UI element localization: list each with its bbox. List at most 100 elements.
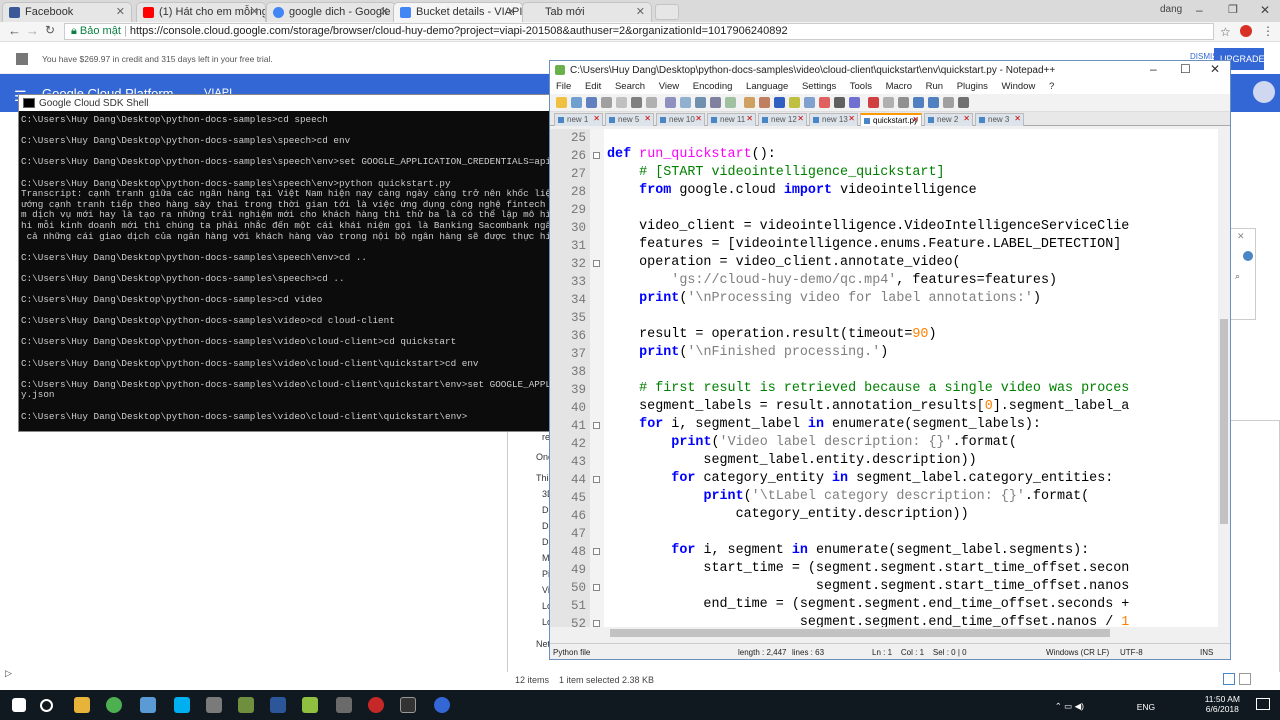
close-icon[interactable] <box>616 97 627 108</box>
save-all-icon[interactable] <box>601 97 612 108</box>
close-icon[interactable]: ✕ <box>695 114 702 123</box>
menu-language[interactable]: Language <box>746 81 788 92</box>
play-multi-icon[interactable] <box>913 97 924 108</box>
cmd-output[interactable]: C:\Users\Huy Dang\Desktop\python-docs-sa… <box>19 111 552 429</box>
close-icon[interactable]: ✕ <box>380 5 389 18</box>
lang-icon[interactable] <box>849 97 860 108</box>
misc-icon[interactable] <box>958 97 969 108</box>
spellcheck-icon[interactable] <box>943 97 954 108</box>
fold-marker-icon[interactable] <box>593 584 600 591</box>
close-window-icon[interactable]: ✕ <box>1260 3 1270 17</box>
language-indicator[interactable]: ENG <box>1137 702 1155 712</box>
npp-tab[interactable]: new 12 ✕ <box>758 113 807 126</box>
close-icon[interactable]: ✕ <box>507 5 516 18</box>
menu-edit[interactable]: Edit <box>585 81 601 92</box>
close-icon[interactable]: ✕ <box>746 114 753 123</box>
menu-run[interactable]: Run <box>926 81 943 92</box>
menu-file[interactable]: File <box>556 81 571 92</box>
tab-google-translate[interactable]: google dich - Google Se ✕ <box>266 2 396 22</box>
nav-item-network[interactable]: Net <box>536 639 550 649</box>
close-icon[interactable]: ✕ <box>250 5 259 18</box>
clock-date[interactable]: 6/6/2018 <box>1205 704 1240 714</box>
wrap-icon[interactable] <box>819 97 830 108</box>
menu-tools[interactable]: Tools <box>850 81 872 92</box>
sync-icon[interactable] <box>804 97 815 108</box>
clock-time[interactable]: 11:50 AM <box>1205 694 1240 704</box>
profile-name[interactable]: dang <box>1160 4 1182 15</box>
close-icon[interactable]: ✕ <box>593 114 600 123</box>
close-icon[interactable]: ✕ <box>1210 62 1220 76</box>
menu-plugins[interactable]: Plugins <box>957 81 988 92</box>
play-icon[interactable] <box>898 97 909 108</box>
app-icon[interactable] <box>238 697 254 713</box>
code-editor[interactable]: 25 26 27 28 29 30 31 32 33 34 35 36 37 38 39 40 41 42 43 44… <box>550 129 1218 627</box>
app-icon[interactable] <box>336 697 352 713</box>
replace-icon[interactable] <box>759 97 770 108</box>
tab-bucket-details[interactable]: Bucket details - VIAPI ✕ <box>393 2 523 22</box>
npp-tab[interactable]: new 3 ✕ <box>975 113 1024 126</box>
url-field[interactable]: 🔒︎ Bảo mật | https://console.cloud.googl… <box>64 23 1214 40</box>
extension-icon[interactable] <box>1240 25 1252 37</box>
cloud-sdk-icon[interactable] <box>434 697 450 713</box>
zoom-out-icon[interactable] <box>789 97 800 108</box>
app-icon[interactable] <box>206 697 222 713</box>
cut-icon[interactable] <box>665 97 676 108</box>
stop-icon[interactable] <box>883 97 894 108</box>
app-icon[interactable] <box>140 697 156 713</box>
close-icon[interactable]: ✕ <box>1014 114 1021 123</box>
close-icon[interactable]: ✕ <box>912 115 919 124</box>
tray-icons[interactable]: ⌃ ▭ ◀) <box>1055 701 1084 712</box>
close-icon[interactable]: ✕ <box>644 114 651 123</box>
tiles-view-icon[interactable] <box>1239 673 1251 685</box>
minimize-icon[interactable]: – <box>1150 62 1157 76</box>
vertical-scrollbar[interactable] <box>1218 129 1230 627</box>
scroll-thumb[interactable] <box>610 629 1110 637</box>
fold-marker-icon[interactable] <box>593 548 600 555</box>
npp-tab[interactable]: quickstart.py ✕ <box>860 113 922 126</box>
help-icon[interactable] <box>1243 251 1253 261</box>
notifications-icon[interactable] <box>1256 698 1270 710</box>
tab-youtube[interactable]: (1) Hát cho em mỗi ngày ✕ <box>136 2 266 22</box>
menu-search[interactable]: Search <box>615 81 645 92</box>
tab-new[interactable]: Tab mới ✕ <box>522 2 652 22</box>
fold-marker-icon[interactable] <box>593 152 600 159</box>
new-tab-button[interactable] <box>655 4 679 20</box>
find-icon[interactable] <box>744 97 755 108</box>
new-file-icon[interactable] <box>556 97 567 108</box>
close-icon[interactable]: ✕ <box>848 114 855 123</box>
file-explorer-icon[interactable] <box>74 697 90 713</box>
avatar[interactable] <box>1253 81 1275 103</box>
windows-start-icon[interactable] <box>12 698 26 712</box>
forward-icon[interactable]: → <box>26 23 39 38</box>
terminal-icon[interactable] <box>400 697 416 713</box>
chrome-icon[interactable] <box>106 697 122 713</box>
print-icon[interactable] <box>646 97 657 108</box>
zoom-in-icon[interactable] <box>774 97 785 108</box>
notepadpp-icon[interactable] <box>302 697 318 713</box>
paste-icon[interactable] <box>695 97 706 108</box>
redo-icon[interactable] <box>725 97 736 108</box>
close-icon[interactable]: ✕ <box>636 5 645 18</box>
menu-window[interactable]: Window <box>1002 81 1036 92</box>
cloud-sdk-shell-window[interactable]: Google Cloud SDK Shell C:\Users\Huy Dang… <box>18 94 553 432</box>
undo-icon[interactable] <box>710 97 721 108</box>
save-icon[interactable] <box>586 97 597 108</box>
close-icon[interactable]: ✕ <box>963 114 970 123</box>
menu-encoding[interactable]: Encoding <box>693 81 733 92</box>
skype-icon[interactable] <box>174 697 190 713</box>
close-icon[interactable]: ✕ <box>116 5 125 18</box>
npp-tab[interactable]: new 11 ✕ <box>707 113 756 126</box>
bookmark-star-icon[interactable]: ☆ <box>1220 25 1231 39</box>
record-icon[interactable] <box>868 97 879 108</box>
close-icon[interactable]: ✕ <box>797 114 804 123</box>
npp-tab[interactable]: new 5 ✕ <box>605 113 654 126</box>
npp-tab[interactable]: new 2 ✕ <box>924 113 973 126</box>
back-icon[interactable]: ← <box>8 23 21 38</box>
search-icon[interactable]: ⌕ <box>1235 271 1240 282</box>
details-view-icon[interactable] <box>1223 673 1235 685</box>
npp-tab[interactable]: new 1 ✕ <box>554 113 603 126</box>
fold-marker-icon[interactable] <box>593 476 600 483</box>
minimize-icon[interactable]: – <box>1196 3 1203 17</box>
record-icon[interactable] <box>368 697 384 713</box>
menu-view[interactable]: View <box>659 81 679 92</box>
